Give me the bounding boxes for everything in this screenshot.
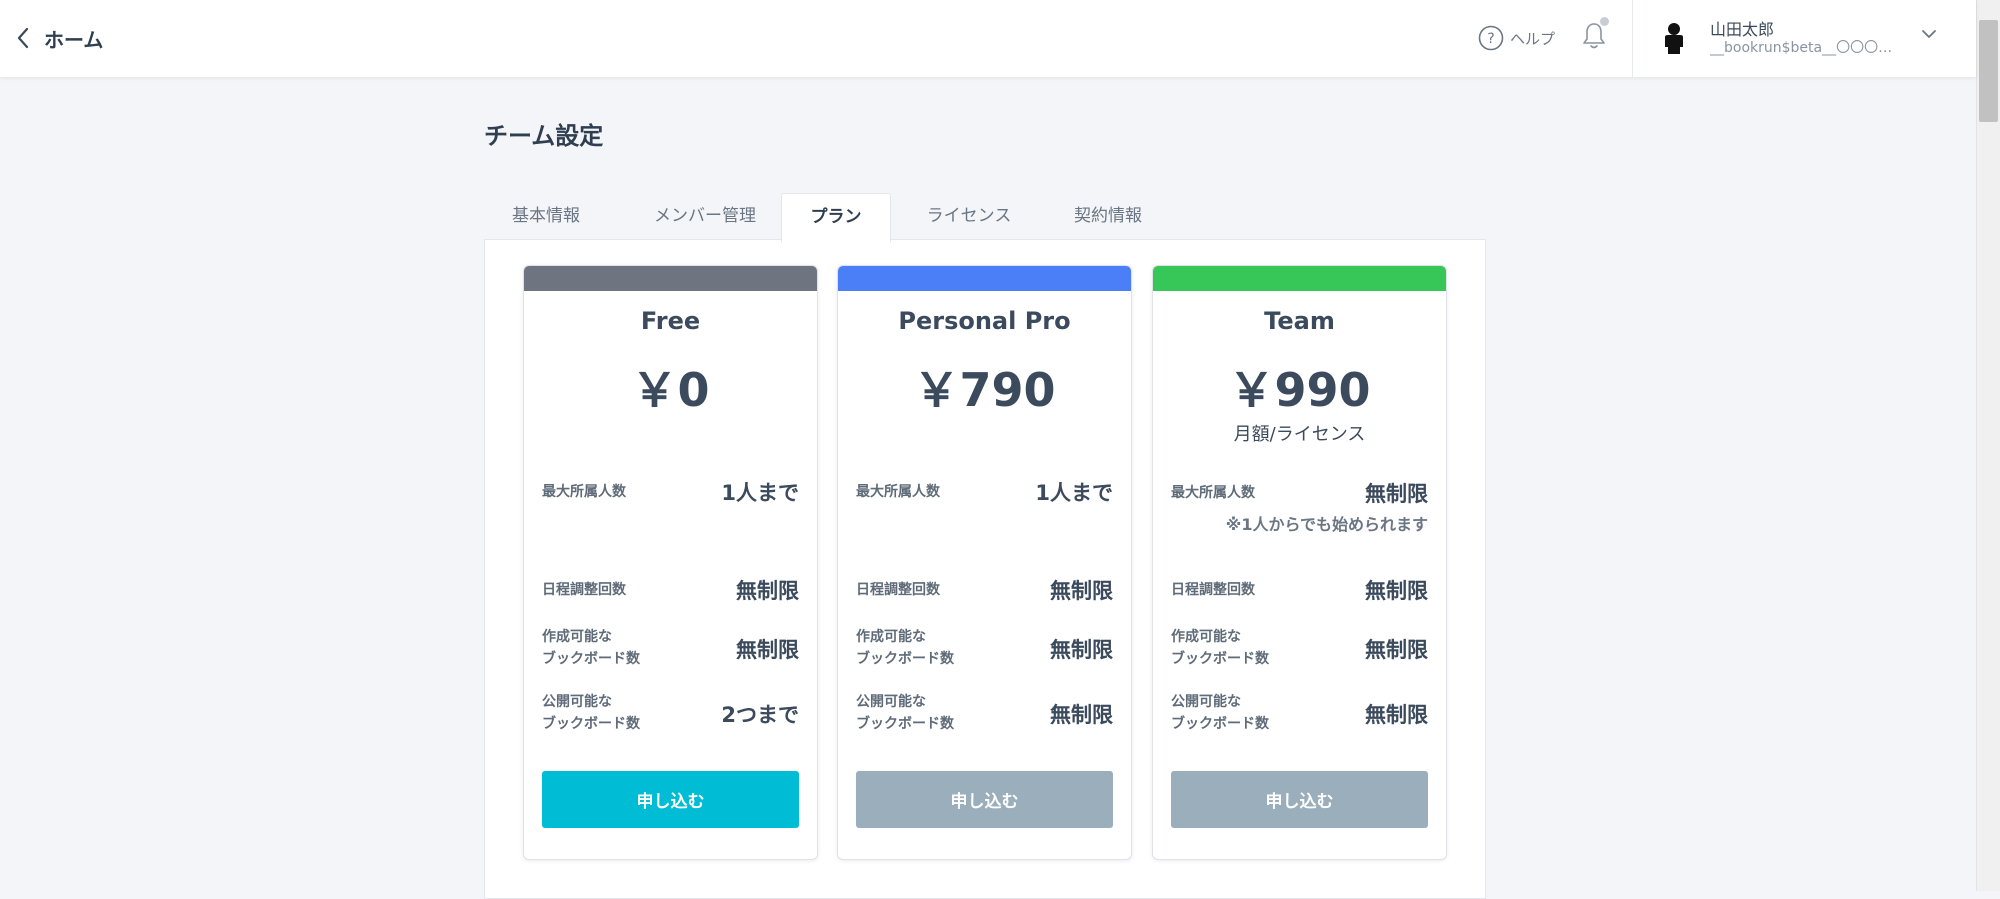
create-boards-label-line1: 作成可能な (856, 629, 926, 645)
create-boards-value: 無制限 (1050, 638, 1113, 662)
max-members-label: 最大所属人数 (1171, 485, 1255, 501)
max-members-label: 最大所属人数 (542, 484, 626, 500)
schedule-count-value: 無制限 (1365, 579, 1428, 603)
create-boards-value: 無制限 (736, 638, 799, 662)
tab-plan[interactable]: プラン (781, 193, 891, 242)
public-boards-label: 公開可能な ブックボード数 (542, 691, 640, 735)
schedule-count-label: 日程調整回数 (1171, 582, 1255, 598)
public-boards-label-line2: ブックボード数 (1171, 716, 1269, 732)
header-divider (1632, 0, 1633, 77)
apply-personal-pro-button[interactable]: 申し込む (856, 771, 1113, 828)
apply-free-button[interactable]: 申し込む (542, 771, 799, 828)
tab-license[interactable]: ライセンス (904, 193, 1034, 240)
back-to-home-link[interactable]: ホーム (16, 20, 103, 56)
scrollbar-thumb[interactable] (1979, 20, 1998, 122)
schedule-count-label: 日程調整回数 (542, 582, 626, 598)
plan-price-unit: 月額/ライセンス (1233, 424, 1366, 445)
schedule-count-value: 無制限 (736, 579, 799, 603)
create-boards-label: 作成可能な ブックボード数 (1171, 626, 1269, 670)
schedule-count-value: 無制限 (1050, 579, 1113, 603)
plan-color-bar (838, 266, 1131, 291)
plan-card-personal-pro: Personal Pro ￥790 最大所属人数 1人まで 日程調整回数 無制限… (837, 265, 1132, 860)
max-members-value: 無制限 (1365, 482, 1428, 506)
tab-contract-info[interactable]: 契約情報 (1046, 193, 1170, 240)
create-boards-label: 作成可能な ブックボード数 (856, 626, 954, 670)
max-members-value: 1人まで (721, 481, 799, 505)
plan-name: Personal Pro (898, 307, 1071, 335)
create-boards-label: 作成可能な ブックボード数 (542, 626, 640, 670)
public-boards-label: 公開可能な ブックボード数 (856, 691, 954, 735)
chevron-down-icon (1922, 30, 1936, 38)
settings-tabs: 基本情報 メンバー管理 プラン ライセンス 契約情報 (484, 193, 1484, 242)
create-boards-label-line1: 作成可能な (542, 629, 612, 645)
create-boards-label-line2: ブックボード数 (542, 651, 640, 667)
public-boards-label-line1: 公開可能な (856, 694, 926, 710)
tab-member-management[interactable]: メンバー管理 (630, 193, 780, 240)
user-menu[interactable]: 山田太郎 __bookrun$beta__〇〇〇〇〇 (1660, 14, 1950, 64)
chevron-left-icon (17, 27, 29, 49)
top-header: ホーム ? ヘルプ 山田太郎 __bookrun$beta__〇〇〇〇〇 (0, 0, 1976, 77)
public-boards-label-line2: ブックボード数 (856, 716, 954, 732)
back-label: ホーム (44, 27, 104, 52)
public-boards-value: 無制限 (1050, 703, 1113, 727)
help-circle-icon: ? (1478, 25, 1504, 51)
plan-name: Free (640, 307, 701, 335)
max-members-label: 最大所属人数 (856, 484, 940, 500)
user-avatar-icon (1665, 23, 1683, 54)
public-boards-value: 無制限 (1365, 703, 1428, 727)
svg-text:?: ? (1487, 31, 1494, 47)
help-link[interactable]: ? ヘルプ (1478, 23, 1555, 53)
create-boards-label-line1: 作成可能な (1171, 629, 1241, 645)
notification-dot (1600, 17, 1609, 26)
plan-price: ￥790 (913, 363, 1056, 417)
public-boards-label-line2: ブックボード数 (542, 716, 640, 732)
max-members-value: 1人まで (1035, 481, 1113, 505)
notification-button[interactable] (1581, 17, 1611, 53)
page-scrollbar[interactable] (1976, 0, 2000, 891)
plan-price: ￥0 (631, 363, 710, 417)
schedule-count-label: 日程調整回数 (856, 582, 940, 598)
public-boards-label-line1: 公開可能な (542, 694, 612, 710)
user-id: __bookrun$beta__〇〇〇〇〇 (1710, 40, 1898, 56)
create-boards-value: 無制限 (1365, 638, 1428, 662)
tab-basic-info[interactable]: 基本情報 (484, 193, 608, 240)
plan-name: Team (1264, 307, 1335, 335)
create-boards-label-line2: ブックボード数 (856, 651, 954, 667)
max-members-note: ※1人からでも始められます (1225, 515, 1428, 534)
plan-color-bar (524, 266, 817, 291)
public-boards-label: 公開可能な ブックボード数 (1171, 691, 1269, 735)
plan-card-team: Team ￥990 月額/ライセンス 最大所属人数 無制限 ※1人からでも始めら… (1152, 265, 1447, 860)
apply-team-button[interactable]: 申し込む (1171, 771, 1428, 828)
page-title: チーム設定 (484, 122, 604, 150)
plan-price: ￥990 (1228, 363, 1371, 417)
plan-color-bar (1153, 266, 1446, 291)
public-boards-label-line1: 公開可能な (1171, 694, 1241, 710)
public-boards-value: 2つまで (721, 703, 799, 727)
plan-card-free: Free ￥0 最大所属人数 1人まで 日程調整回数 無制限 作成可能な ブック… (523, 265, 818, 860)
create-boards-label-line2: ブックボード数 (1171, 651, 1269, 667)
help-label: ヘルプ (1510, 29, 1556, 48)
